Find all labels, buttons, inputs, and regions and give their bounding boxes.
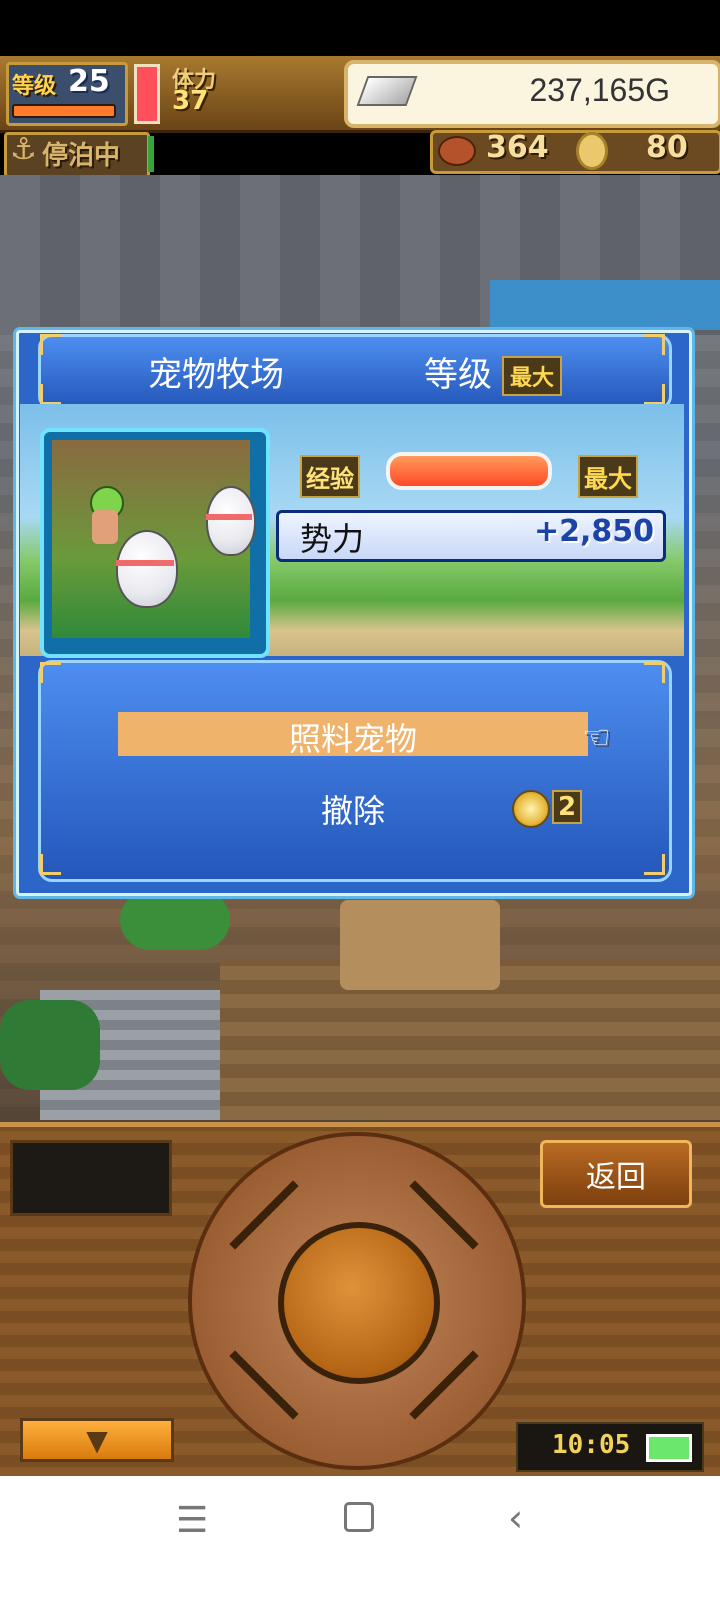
power-label: 势力 xyxy=(300,520,365,558)
facility-title: 宠物牧场 xyxy=(148,355,284,395)
egg-icon xyxy=(116,530,178,608)
anchor-icon: ⚓ xyxy=(10,132,37,167)
battery-icon xyxy=(646,1434,692,1462)
nav-home-button[interactable] xyxy=(344,1502,374,1532)
exp-max-badge: 最大 xyxy=(578,455,638,498)
anchor-label: 停泊中 xyxy=(42,141,121,171)
info-screen xyxy=(10,1140,172,1216)
facility-level-badge: 最大 xyxy=(502,356,563,396)
menu-toggle-button[interactable]: ▼ xyxy=(20,1418,174,1462)
bush xyxy=(120,890,230,950)
rancher-icon xyxy=(92,510,118,544)
corner-ornament xyxy=(40,662,61,683)
cargo-crates xyxy=(340,900,500,990)
nav-back-button[interactable]: ‹ xyxy=(508,1496,523,1540)
facility-level-label: 等级 xyxy=(424,355,492,395)
corner-ornament xyxy=(644,854,665,875)
power-value: +2,850 xyxy=(533,514,654,549)
corner-ornament xyxy=(644,662,665,683)
status-bar-area xyxy=(0,0,720,56)
corner-ornament xyxy=(40,854,61,875)
medal-value: 80 xyxy=(646,130,688,165)
ribbon xyxy=(116,560,174,566)
confirm-button[interactable] xyxy=(278,1222,440,1384)
clock: 10:05 xyxy=(552,1430,631,1460)
corner-ornament xyxy=(40,384,61,405)
corner-ornament xyxy=(644,384,665,405)
water xyxy=(490,280,720,330)
back-button[interactable]: 返回 xyxy=(540,1140,692,1208)
pointing-hand-icon: ☜ xyxy=(582,718,611,756)
level-value: 25 xyxy=(68,64,110,99)
corner-ornament xyxy=(644,334,665,355)
anchor-indicator xyxy=(148,136,154,172)
remove-cost: 2 xyxy=(552,790,583,824)
medal-coin-icon xyxy=(512,790,550,828)
food-value: 364 xyxy=(486,130,549,165)
ribbon xyxy=(206,514,252,520)
corner-ornament xyxy=(40,334,61,355)
bush xyxy=(0,1000,100,1090)
medal-icon xyxy=(576,132,608,170)
exp-bar xyxy=(386,452,552,490)
gold-value: 237,165G xyxy=(529,72,670,108)
system-nav-bar xyxy=(0,1476,720,1600)
stamina-bar xyxy=(134,64,160,124)
food-icon xyxy=(438,136,476,166)
exp-label: 经验 xyxy=(300,455,360,498)
menu-item-feed-pets-label: 照料宠物 xyxy=(288,720,417,758)
level-exp-bar xyxy=(12,104,116,118)
egg-icon xyxy=(206,486,256,556)
nav-menu-button[interactable]: ☰ xyxy=(176,1500,208,1541)
dialog-header xyxy=(38,334,672,410)
action-menu xyxy=(38,660,672,882)
level-label: 等级 xyxy=(12,74,57,99)
stamina-value: 37 xyxy=(172,86,209,116)
